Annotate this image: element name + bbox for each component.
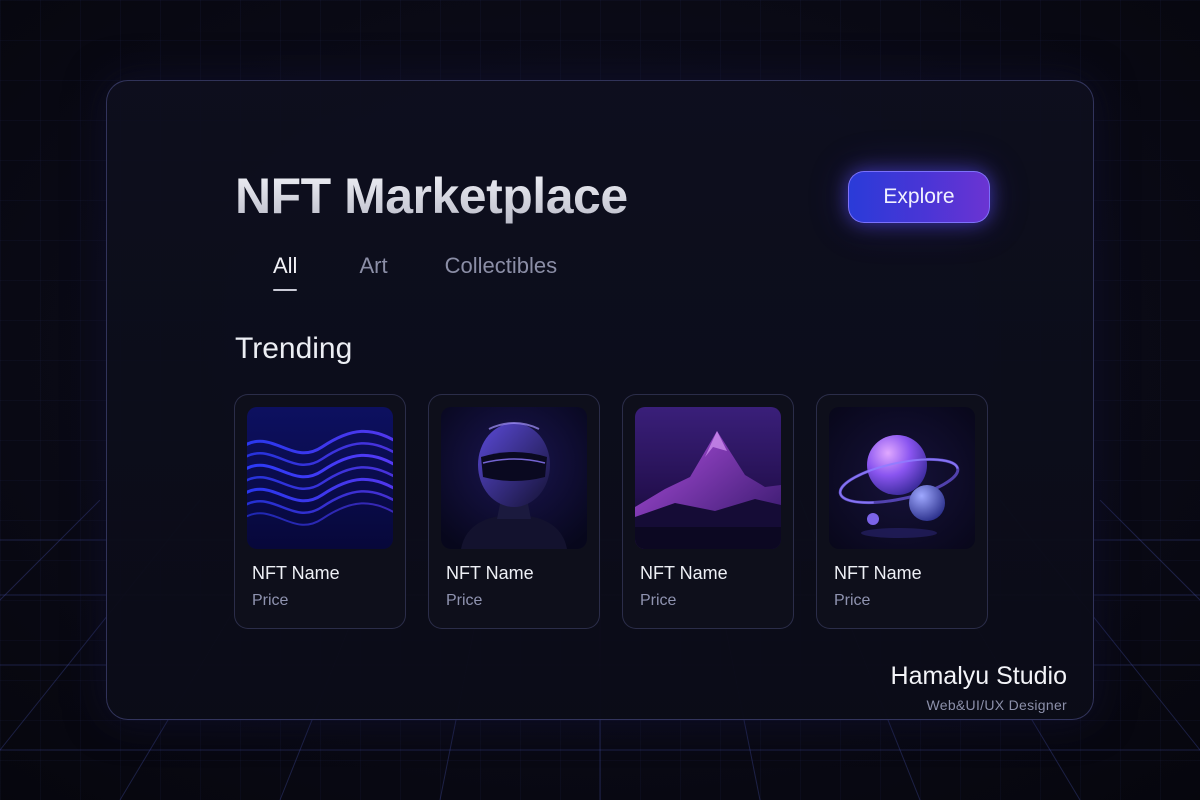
studio-credit: Hamalyu Studio Web&UI/UX Designer — [890, 662, 1067, 713]
marketplace-panel: NFT Marketplace Explore All Art Collecti… — [106, 80, 1094, 720]
explore-button[interactable]: Explore — [848, 171, 990, 223]
nft-card[interactable]: NFT Name Price — [234, 394, 406, 629]
nft-card[interactable]: NFT Name Price — [428, 394, 600, 629]
nft-price: Price — [834, 592, 871, 609]
tab-collectibles[interactable]: Collectibles — [445, 253, 558, 291]
studio-name: Hamalyu Studio — [890, 662, 1067, 690]
tab-art[interactable]: Art — [359, 253, 387, 291]
app-stage: NFT Marketplace Explore All Art Collecti… — [0, 0, 1200, 800]
nft-name: NFT Name — [446, 563, 534, 583]
page-title: NFT Marketplace — [235, 168, 628, 224]
tab-all[interactable]: All — [273, 253, 298, 291]
trending-heading: Trending — [235, 332, 353, 365]
purple-mountain-image — [635, 407, 781, 549]
planet-spheres-image — [829, 407, 975, 549]
nft-card[interactable]: NFT Name Price — [816, 394, 988, 629]
blue-waves-image — [247, 407, 393, 549]
nft-price: Price — [252, 592, 289, 609]
nft-name: NFT Name — [640, 563, 728, 583]
nft-card[interactable]: NFT Name Price — [622, 394, 794, 629]
nft-price: Price — [446, 592, 483, 609]
nft-name: NFT Name — [834, 563, 922, 583]
helmet-figure-image — [441, 407, 587, 549]
category-tabs: All Art Collectibles — [273, 253, 557, 291]
nft-name: NFT Name — [252, 563, 340, 583]
studio-role: Web&UI/UX Designer — [926, 696, 1067, 713]
nft-price: Price — [640, 592, 677, 609]
